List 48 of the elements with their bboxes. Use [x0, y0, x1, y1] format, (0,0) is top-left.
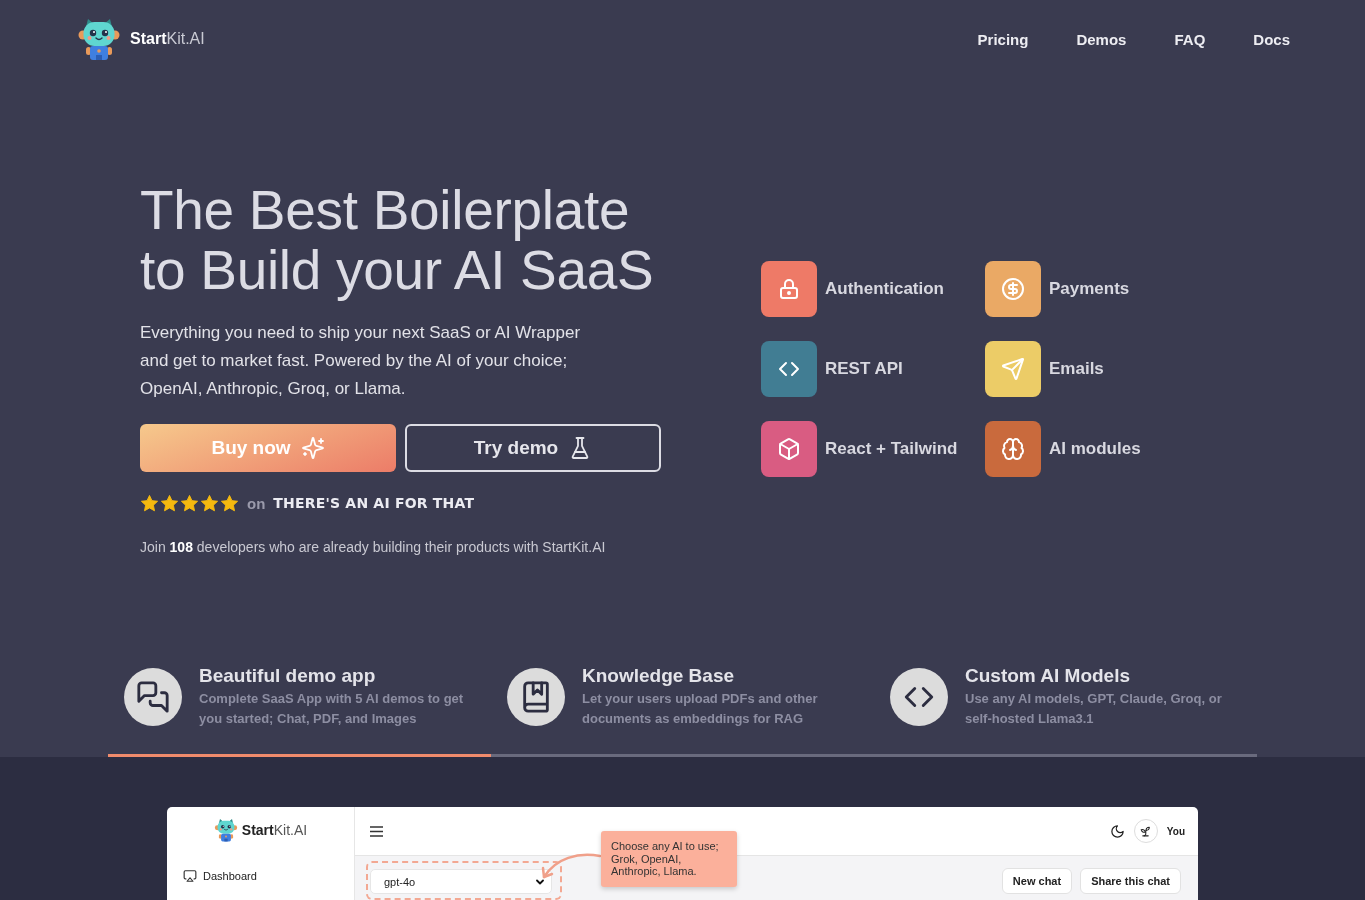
feature-label: React + Tailwind — [825, 438, 958, 459]
tab-title: Beautiful demo app — [199, 665, 377, 687]
rating-on-text: on — [247, 494, 266, 512]
feature-label: AI modules — [1049, 438, 1141, 459]
robot-logo-icon — [213, 818, 238, 842]
model-select[interactable]: gpt-4o — [370, 869, 552, 894]
nav-link[interactable]: Demos — [1076, 30, 1127, 48]
app-brand-name: StartKit.AI — [241, 822, 308, 838]
moon-icon[interactable] — [1109, 823, 1125, 839]
star-icon — [140, 493, 159, 513]
code-icon — [890, 668, 948, 726]
demo-button[interactable]: Try demo — [405, 424, 661, 472]
brand-link[interactable]: StartKit.AI — [77, 17, 205, 61]
feature-label: Authentication — [825, 278, 944, 299]
tab-title: Custom AI Models — [965, 665, 1132, 687]
feature-tab[interactable]: Beautiful demo app Complete SaaS App with 5 AI demos to get you started; Chat, PDF, and Images — [108, 665, 491, 757]
tab-description: Let your users upload PDFs and other documents as embeddings for RAG — [582, 690, 819, 728]
hero-description: Everything you need to ship your next SaaS or AI Wrapper and get to market fast. Powered by the AI of your choice; OpenAI, Anthropic, Groq, or Llama. — [140, 322, 582, 400]
user-name: You — [1166, 825, 1185, 837]
menu-icon[interactable] — [370, 825, 383, 837]
rating-site-name: THERE'S AN AI FOR THAT — [273, 495, 475, 511]
chat-action-button[interactable]: Share this chat — [1080, 868, 1181, 894]
star-icon — [220, 493, 239, 513]
social-proof-text: Join 108 developers who are already building their products with StartKit.AI — [140, 538, 606, 557]
feature-tab[interactable]: Knowledge Base Let your users upload PDFs and other documents as embeddings for RAG — [491, 665, 874, 757]
chat-action-button[interactable]: New chat — [1001, 868, 1073, 894]
nav-link[interactable]: Docs — [1253, 30, 1290, 48]
feature-label: Payments — [1049, 278, 1130, 299]
monitor-icon — [183, 869, 197, 883]
tab-description: Use any AI models, GPT, Claude, Groq, or self-hosted Llama3.1 — [965, 690, 1223, 728]
feature-tab[interactable]: Custom AI Models Use any AI models, GPT, Claude, Groq, or self-hosted Llama3.1 — [874, 665, 1257, 757]
tab-title: Knowledge Base — [582, 665, 736, 687]
star-icon — [180, 493, 199, 513]
sidebar-item[interactable]: Dashboard — [167, 866, 257, 886]
tab-description: Complete SaaS App with 5 AI demos to get you started; Chat, PDF, and Images — [199, 690, 465, 728]
chat-bubbles-icon — [124, 668, 182, 726]
chevron-down-icon — [536, 878, 544, 885]
bookmarked-book-icon — [507, 668, 565, 726]
nav-link[interactable]: Pricing — [977, 30, 1029, 48]
nav-link[interactable]: FAQ — [1174, 30, 1206, 48]
star-icon — [200, 493, 219, 513]
star-icon — [160, 493, 179, 513]
feature-label: REST API — [825, 358, 903, 379]
feature-label: Emails — [1049, 358, 1104, 379]
callout-tooltip: Choose any AI to use; Grok, OpenAI, Anthropic, Llama. — [601, 831, 737, 887]
hero-heading: The Best Boilerplate to Build your AI SaaS — [140, 180, 655, 300]
sparkle-icon — [300, 436, 325, 460]
robot-logo-icon — [77, 17, 121, 61]
